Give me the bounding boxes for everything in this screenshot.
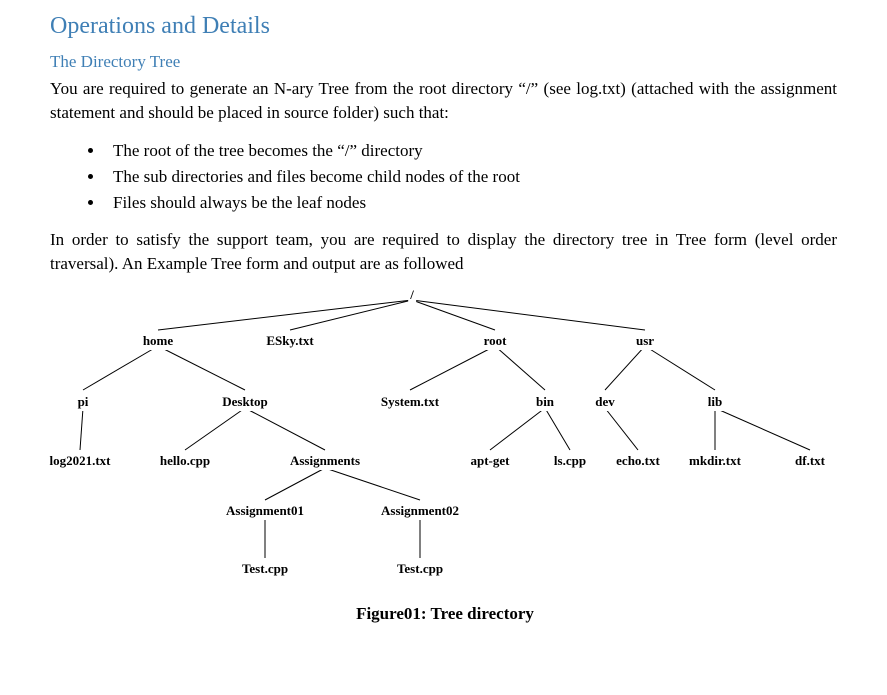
tree-node-root: root [482, 332, 509, 350]
tree-node-assignment02: Assignment02 [379, 502, 461, 520]
tree-node-home: home [141, 332, 175, 350]
tree-node-desktop: Desktop [220, 393, 270, 411]
tree-node-usr: usr [634, 332, 656, 350]
tree-node-pi: pi [76, 393, 91, 411]
tree-node-bin: bin [534, 393, 556, 411]
bullet-item: Files should always be the leaf nodes [105, 191, 837, 215]
bullet-item: The sub directories and files become chi… [105, 165, 837, 189]
tree-node-assignments: Assignments [288, 452, 362, 470]
tree-node-echotxt: echo.txt [614, 452, 662, 470]
tree-node-testcpp1: Test.cpp [240, 560, 290, 578]
tree-node-log2021: log2021.txt [47, 452, 112, 470]
tree-node-dftxt: df.txt [793, 452, 827, 470]
figure-caption: Figure01: Tree directory [50, 602, 840, 626]
tree-node-mkdirtxt: mkdir.txt [687, 452, 743, 470]
tree-node-hellocpp: hello.cpp [158, 452, 212, 470]
tree-node-assignment01: Assignment01 [224, 502, 306, 520]
tree-node-systemtxt: System.txt [379, 393, 441, 411]
intro-paragraph: You are required to generate an N-ary Tr… [50, 77, 837, 125]
bullet-item: The root of the tree becomes the “/” dir… [105, 139, 837, 163]
tree-node-testcpp2: Test.cpp [395, 560, 445, 578]
tree-node-aptget: apt-get [469, 452, 512, 470]
tree-node-dev: dev [593, 393, 617, 411]
section-heading-operations: Operations and Details [50, 10, 837, 44]
tree-node-root-slash: / [408, 286, 416, 304]
tree-diagram: / home ESky.txt root usr pi Desktop Syst… [50, 290, 840, 620]
subsection-heading-directory-tree: The Directory Tree [50, 50, 837, 74]
requirements-list: The root of the tree becomes the “/” dir… [105, 139, 837, 214]
tree-node-esky: ESky.txt [264, 332, 315, 350]
traversal-paragraph: In order to satisfy the support team, yo… [50, 228, 837, 276]
tree-node-lib: lib [706, 393, 724, 411]
tree-node-lscpp: ls.cpp [552, 452, 588, 470]
